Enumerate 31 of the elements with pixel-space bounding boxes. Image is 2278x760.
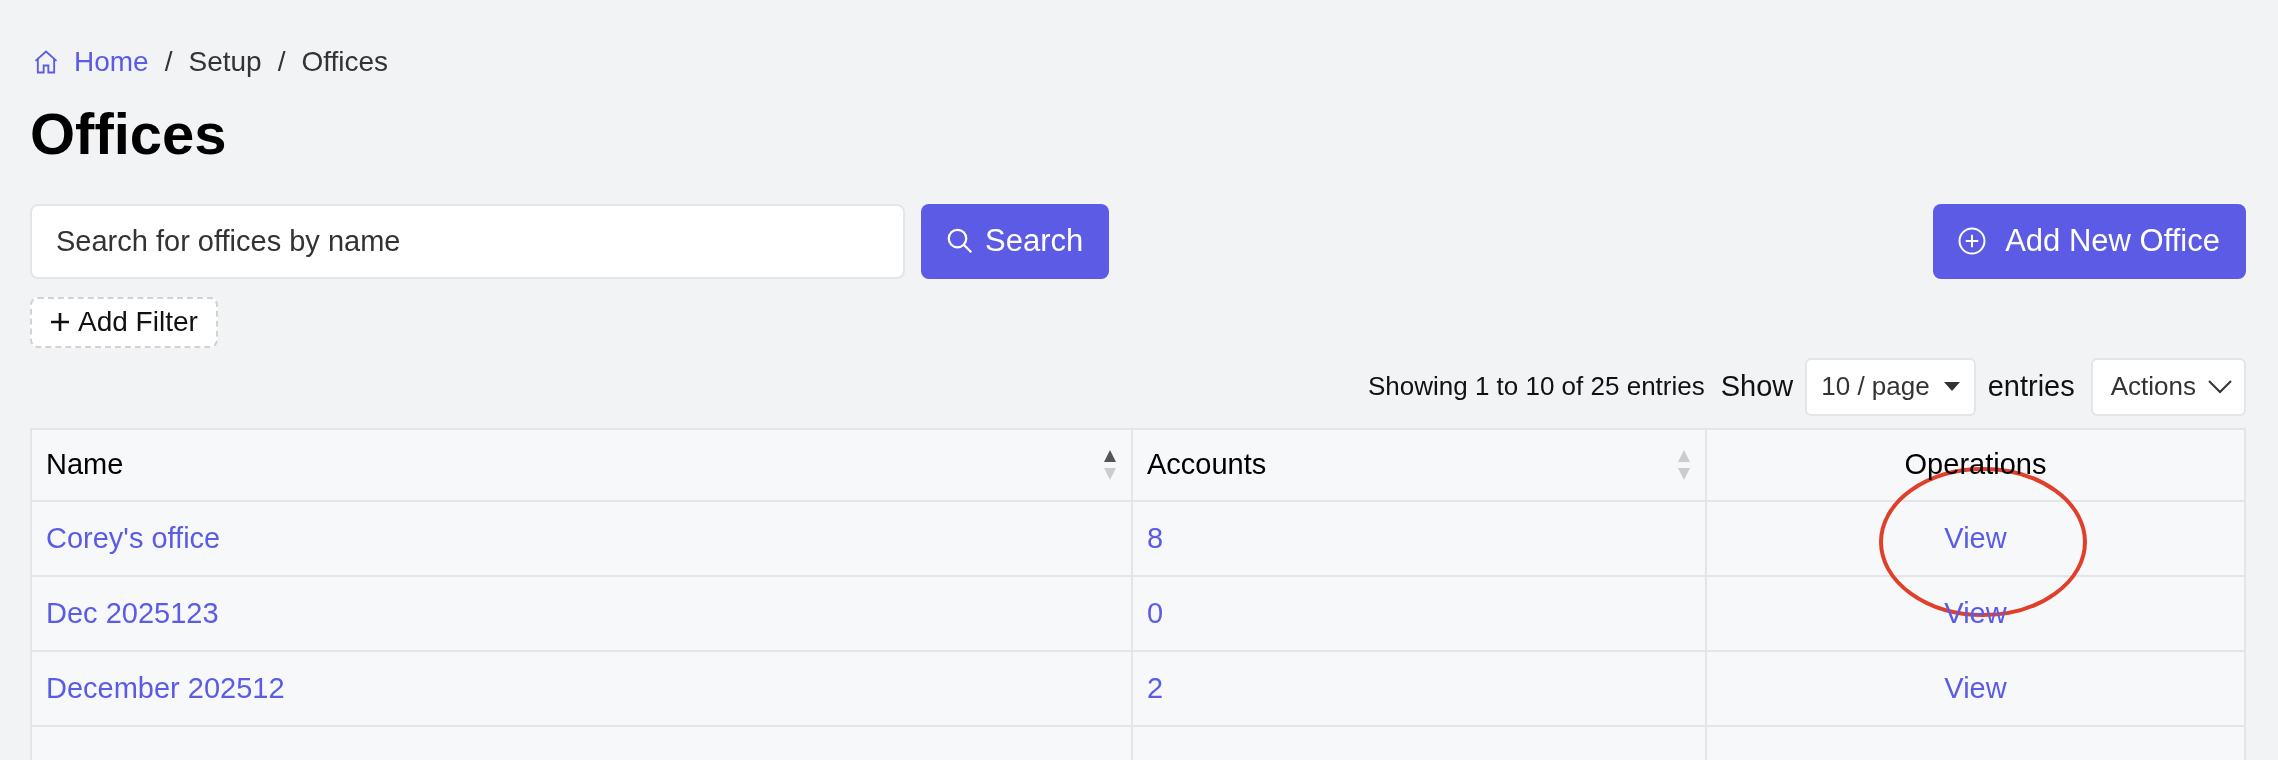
search-button[interactable]: Search	[921, 203, 1110, 279]
plus-circle-icon	[1957, 226, 1988, 257]
entries-summary: Showing 1 to 10 of 25 entries	[1367, 371, 1705, 403]
caret-icon	[1943, 381, 1960, 392]
office-name-link[interactable]: Corey's office	[46, 521, 221, 554]
actions-dropdown[interactable]: Actions	[2090, 357, 2246, 416]
view-link[interactable]: View	[1944, 521, 2007, 554]
accounts-count-link[interactable]: 8	[1147, 521, 1164, 554]
page-title: Offices	[30, 102, 228, 166]
chevron-down-icon	[2208, 379, 2232, 394]
breadcrumb-separator: /	[164, 46, 173, 78]
breadcrumb-link[interactable]: Home	[32, 46, 149, 78]
accounts-count-link[interactable]: 0	[1147, 596, 1164, 629]
breadcrumb-item: Setup	[188, 46, 262, 78]
home-icon	[32, 48, 60, 76]
accounts-count-link[interactable]: 2	[1147, 671, 1164, 704]
search-field[interactable]: Search for offices by name	[30, 203, 905, 279]
view-link[interactable]: View	[1944, 671, 2007, 704]
column-header: Operations	[1904, 448, 2047, 481]
entries-label: entries	[1987, 370, 2075, 404]
add-office-button[interactable]: Add New Office	[1933, 203, 2246, 279]
column-header: Accounts	[1147, 448, 1267, 482]
plus-icon	[50, 312, 70, 333]
breadcrumb-item: Offices	[301, 46, 389, 78]
page-size-select[interactable]: 10 / page	[1805, 357, 1976, 416]
column-header: Name	[46, 448, 124, 482]
office-name-link[interactable]: Dec 2025123	[46, 596, 219, 629]
add-filter-button[interactable]: Add Filter	[30, 296, 218, 348]
office-name-link[interactable]: December 202512	[46, 671, 285, 704]
breadcrumb-separator: /	[277, 46, 286, 78]
show-label: Show	[1720, 370, 1794, 404]
